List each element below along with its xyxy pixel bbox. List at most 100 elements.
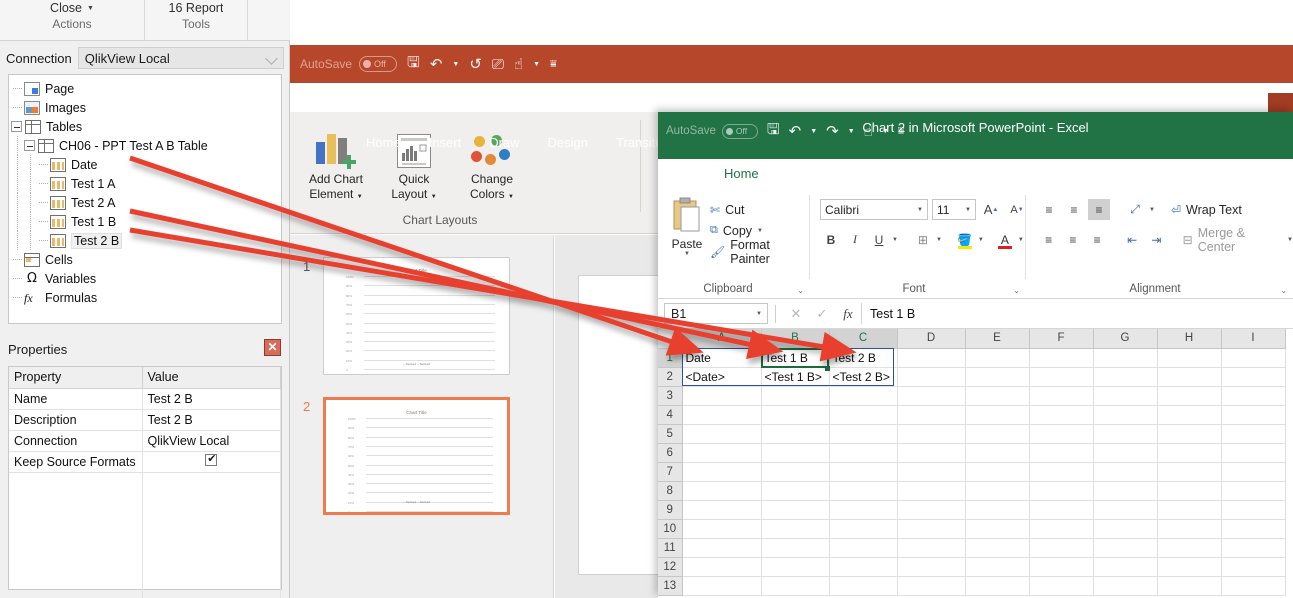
save-icon[interactable]: 🖫 xyxy=(407,52,420,77)
row-header-7[interactable]: 7 xyxy=(658,462,683,482)
tree-node[interactable]: Test 2 A xyxy=(11,193,281,212)
cell-F4[interactable] xyxy=(1029,405,1094,425)
cell-F2[interactable] xyxy=(1029,367,1094,387)
cell-E2[interactable] xyxy=(965,367,1030,387)
cell-H2[interactable] xyxy=(1157,367,1222,387)
cell-I12[interactable] xyxy=(1221,557,1286,577)
cell-D8[interactable] xyxy=(897,481,966,501)
cell-B1[interactable]: Test 1 B xyxy=(761,348,830,368)
cell-E4[interactable] xyxy=(965,405,1030,425)
excel-tab-review[interactable]: Review xyxy=(1085,159,1154,189)
excel-tab-file[interactable]: File xyxy=(664,159,711,189)
cell-A11[interactable] xyxy=(682,538,762,558)
row-header-9[interactable]: 9 xyxy=(658,500,683,520)
cell-E10[interactable] xyxy=(965,519,1030,539)
cell-A5[interactable] xyxy=(682,424,762,444)
tree-node[interactable]: Tables xyxy=(11,117,281,136)
chevron-down-icon[interactable]: ▼ xyxy=(892,237,898,243)
cell-I2[interactable] xyxy=(1221,367,1286,387)
cell-B7[interactable] xyxy=(761,462,830,482)
underline-button[interactable]: U xyxy=(868,229,890,250)
column-header-G[interactable]: G xyxy=(1093,329,1158,349)
row-header-3[interactable]: 3 xyxy=(658,386,683,406)
cell-A3[interactable] xyxy=(682,386,762,406)
cell-G2[interactable] xyxy=(1093,367,1158,387)
cell-E8[interactable] xyxy=(965,481,1030,501)
align-left-button[interactable]: ≡ xyxy=(1038,229,1059,250)
cell-B12[interactable] xyxy=(761,557,830,577)
object-tree[interactable]: Page Images Tables CH06 - PPT Test A B Tabl… xyxy=(8,74,282,324)
cell-D12[interactable] xyxy=(897,557,966,577)
align-right-button[interactable]: ≡ xyxy=(1087,229,1108,250)
slide-thumbnail-pane[interactable]: 1 Chart Title 100% 90% 80% 70% 60% 50% 40% 30% 20%… xyxy=(290,235,554,598)
cell-D2[interactable] xyxy=(897,367,966,387)
column-header-I[interactable]: I xyxy=(1221,329,1286,349)
cell-F8[interactable] xyxy=(1029,481,1094,501)
cell-B3[interactable] xyxy=(761,386,830,406)
cell-F7[interactable] xyxy=(1029,462,1094,482)
cell-C5[interactable] xyxy=(829,424,898,444)
cell-C9[interactable] xyxy=(829,500,898,520)
cell-H4[interactable] xyxy=(1157,405,1222,425)
cell-E6[interactable] xyxy=(965,443,1030,463)
slide-thumbnail-1[interactable]: Chart Title 100% 90% 80% 70% 60% 50% 40% 30% 20% 1… xyxy=(323,257,510,375)
ppt-tab-insert[interactable]: Insert xyxy=(415,129,476,157)
excel-tab-view[interactable]: View xyxy=(1154,159,1208,189)
row-header-1[interactable]: 1 xyxy=(658,348,683,368)
tree-node[interactable]: Images xyxy=(11,98,281,117)
cell-G1[interactable] xyxy=(1093,348,1158,368)
column-header-D[interactable]: D xyxy=(897,329,966,349)
slide-thumbnail-2[interactable]: Chart Title 100% 90% 80% 70% 60% 50% 40% 30% 20% 1… xyxy=(323,397,510,515)
cell-I3[interactable] xyxy=(1221,386,1286,406)
cell-G10[interactable] xyxy=(1093,519,1158,539)
fill-handle[interactable] xyxy=(825,366,830,371)
cell-E5[interactable] xyxy=(965,424,1030,444)
properties-row-value[interactable]: Test 2 B xyxy=(142,388,281,410)
cell-F10[interactable] xyxy=(1029,519,1094,539)
tree-node[interactable]: Ω Variables xyxy=(11,269,281,288)
cell-C10[interactable] xyxy=(829,519,898,539)
cell-B13[interactable] xyxy=(761,576,830,596)
cell-E11[interactable] xyxy=(965,538,1030,558)
select-all-corner[interactable] xyxy=(658,329,683,349)
cell-B8[interactable] xyxy=(761,481,830,501)
checkbox-icon[interactable] xyxy=(205,452,218,466)
chevron-down-icon[interactable] xyxy=(265,52,278,65)
row-header-4[interactable]: 4 xyxy=(658,405,683,425)
tree-node[interactable]: Test 1 B xyxy=(11,212,281,231)
undo-icon[interactable]: ↶ xyxy=(430,55,443,73)
clipboard-dialog-launcher-icon[interactable]: ⌄ xyxy=(797,286,804,295)
close-icon[interactable]: ✕ xyxy=(264,339,281,356)
excel-tab-developer[interactable]: Developer xyxy=(1208,159,1293,189)
decrease-indent-button[interactable]: ⇤ xyxy=(1121,229,1142,250)
cell-I11[interactable] xyxy=(1221,538,1286,558)
cancel-icon[interactable]: ✕ xyxy=(783,306,809,322)
cell-B4[interactable] xyxy=(761,405,830,425)
properties-row[interactable]: Description Test 2 B xyxy=(9,409,281,431)
wrap-text-button[interactable]: ⏎ Wrap Text xyxy=(1171,199,1242,220)
cell-F11[interactable] xyxy=(1029,538,1094,558)
name-box[interactable]: B1 ▼ xyxy=(664,303,768,324)
chevron-down-icon[interactable]: ▼ xyxy=(1149,207,1155,213)
row-header-13[interactable]: 13 xyxy=(658,576,683,596)
cell-E7[interactable] xyxy=(965,462,1030,482)
cell-F1[interactable] xyxy=(1029,348,1094,368)
cell-I8[interactable] xyxy=(1221,481,1286,501)
cell-H6[interactable] xyxy=(1157,443,1222,463)
font-dialog-launcher-icon[interactable]: ⌄ xyxy=(1013,286,1020,295)
cell-H13[interactable] xyxy=(1157,576,1222,596)
cell-A13[interactable] xyxy=(682,576,762,596)
column-header-H[interactable]: H xyxy=(1157,329,1222,349)
cell-G9[interactable] xyxy=(1093,500,1158,520)
cell-F6[interactable] xyxy=(1029,443,1094,463)
row-header-6[interactable]: 6 xyxy=(658,443,683,463)
spreadsheet-grid[interactable]: A B C D E F G H I 1 Date Test 1 B Test 2 B 2 <Date> <Te… xyxy=(658,329,1293,598)
align-middle-button[interactable]: ≡ xyxy=(1063,199,1085,220)
row-header-2[interactable]: 2 xyxy=(658,367,683,387)
cell-C7[interactable] xyxy=(829,462,898,482)
increase-indent-button[interactable]: ⇥ xyxy=(1146,229,1167,250)
tree-node[interactable]: Test 2 B xyxy=(11,231,281,250)
cell-H1[interactable] xyxy=(1157,348,1222,368)
column-header-A[interactable]: A xyxy=(682,329,762,349)
cell-G11[interactable] xyxy=(1093,538,1158,558)
